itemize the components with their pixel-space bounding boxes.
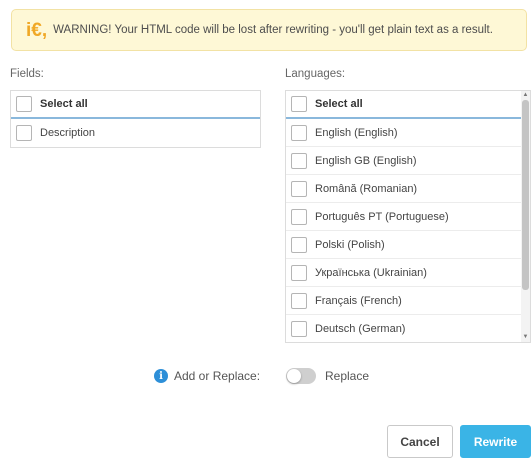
checkbox[interactable] (291, 208, 307, 225)
languages-select-all[interactable]: Select all (286, 91, 530, 119)
language-label: English GB (English) (315, 154, 417, 167)
language-label: Português PT (Portuguese) (315, 210, 449, 223)
warning-text: WARNING! Your HTML code will be lost aft… (53, 24, 493, 36)
checkbox[interactable] (291, 264, 307, 281)
scroll-up-icon[interactable]: ▲ (522, 92, 529, 99)
cancel-button[interactable]: Cancel (387, 425, 453, 458)
toggle-knob (287, 369, 301, 383)
info-icon: i (154, 369, 168, 383)
language-item[interactable]: English (English) (286, 119, 530, 147)
checkbox[interactable] (291, 124, 307, 141)
checkbox[interactable] (16, 125, 32, 141)
language-label: Українська (Ukrainian) (315, 266, 427, 279)
scroll-down-icon[interactable]: ▼ (522, 334, 529, 341)
rewrite-button[interactable]: Rewrite (460, 425, 531, 458)
languages-label: Languages: (285, 68, 346, 80)
languages-list: Select all English (English) English GB … (285, 90, 531, 343)
scrollbar-thumb[interactable] (522, 100, 529, 290)
language-label: Polski (Polish) (315, 238, 385, 251)
replace-toggle[interactable] (286, 368, 316, 384)
language-label: Română (Romanian) (315, 182, 418, 195)
language-label: English (English) (315, 126, 398, 139)
checkbox[interactable] (16, 96, 32, 112)
checkbox[interactable] (291, 96, 307, 112)
language-item[interactable]: English GB (English) (286, 147, 530, 175)
checkbox[interactable] (291, 152, 307, 169)
select-all-label: Select all (315, 98, 363, 110)
checkbox[interactable] (291, 320, 307, 337)
languages-scrollbar[interactable]: ▲ ▼ (521, 91, 530, 342)
field-item-label: Description (40, 127, 96, 139)
language-item[interactable]: Français (French) (286, 287, 530, 315)
language-item[interactable]: Українська (Ukrainian) (286, 259, 530, 287)
replace-toggle-group[interactable]: Replace (286, 368, 369, 384)
language-item[interactable]: Português PT (Portuguese) (286, 203, 530, 231)
euro-icon: i€, (26, 19, 48, 41)
language-label: Français (French) (315, 294, 402, 307)
language-item[interactable]: Română (Romanian) (286, 175, 530, 203)
add-or-replace-label-group: i Add or Replace: (154, 369, 260, 383)
field-item-description[interactable]: Description (11, 119, 260, 147)
checkbox[interactable] (291, 292, 307, 309)
fields-list: Select all Description (10, 90, 261, 148)
fields-label: Fields: (10, 68, 44, 80)
checkbox[interactable] (291, 236, 307, 253)
checkbox[interactable] (291, 180, 307, 197)
language-label: Deutsch (German) (315, 322, 406, 335)
replace-toggle-label: Replace (325, 369, 370, 383)
select-all-label: Select all (40, 98, 88, 110)
language-item[interactable]: Deutsch (German) (286, 315, 530, 342)
warning-banner: i€, WARNING! Your HTML code will be lost… (11, 9, 527, 51)
add-or-replace-label: Add or Replace: (174, 369, 261, 383)
fields-select-all[interactable]: Select all (11, 91, 260, 119)
language-item[interactable]: Polski (Polish) (286, 231, 530, 259)
